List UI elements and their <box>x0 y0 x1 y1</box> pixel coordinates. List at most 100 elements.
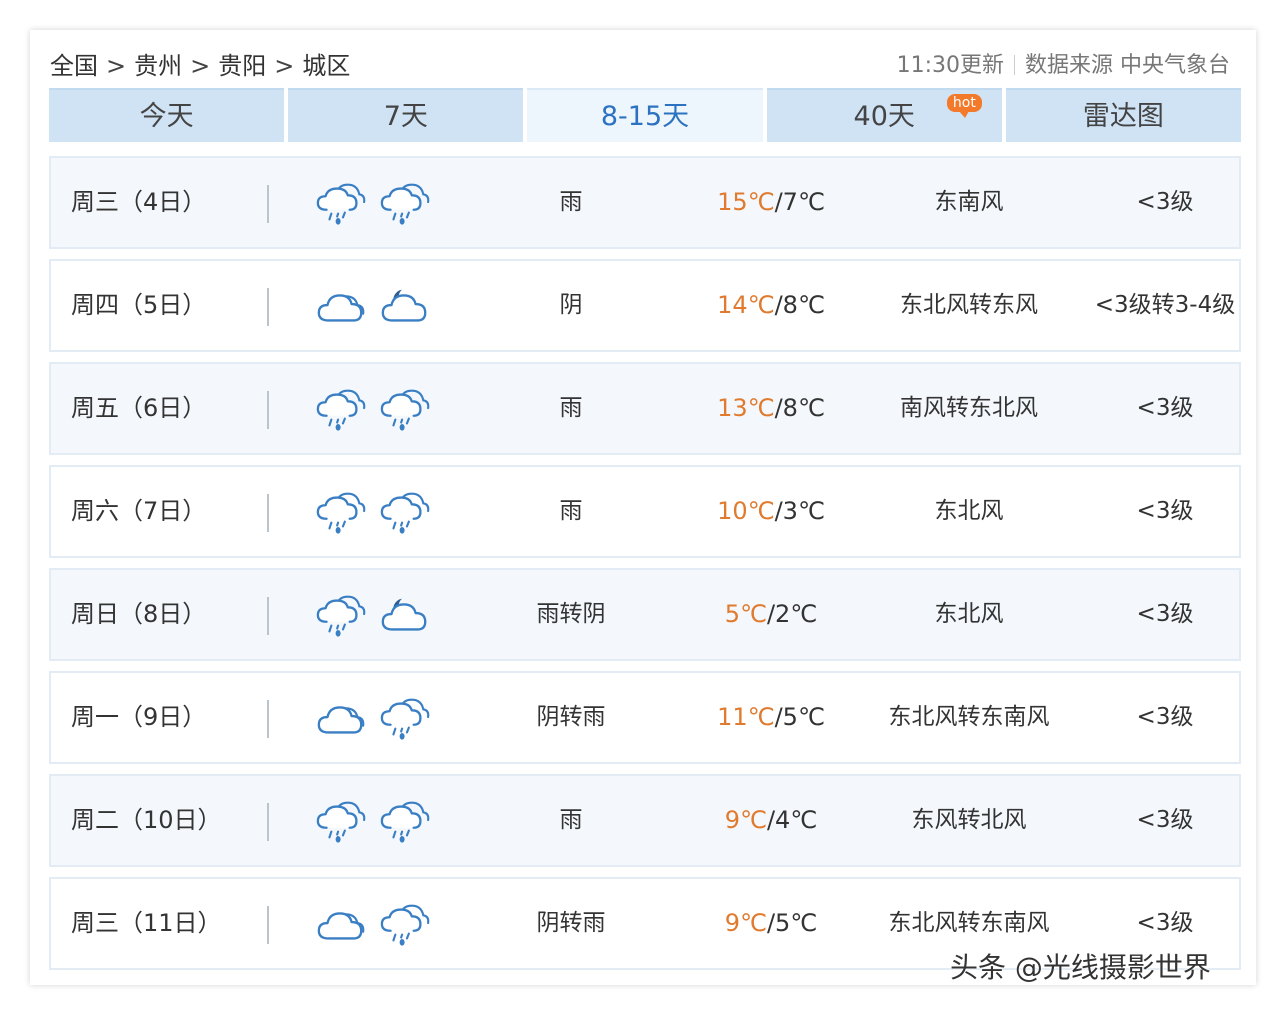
tab-radar[interactable]: 雷达图 <box>1005 88 1242 142</box>
low-temp: /7℃ <box>774 188 825 216</box>
low-temp: /3℃ <box>774 497 825 525</box>
divider <box>267 288 269 326</box>
rain-icon <box>316 492 366 534</box>
temperature: 5℃/2℃ <box>671 570 871 659</box>
update-time: 11:30更新 <box>896 53 1004 78</box>
watermark: 头条 @光线摄影世界 <box>950 951 1211 984</box>
day-label: 周三（11日） <box>71 909 222 937</box>
divider <box>267 494 269 532</box>
breadcrumb-separator: > <box>106 52 127 80</box>
breadcrumb-province[interactable]: 贵州 <box>134 52 182 80</box>
rain-icon <box>316 595 366 637</box>
wind-direction: 东北风 <box>934 601 1004 627</box>
hot-badge: hot <box>946 94 982 118</box>
cloudy-night-icon <box>381 598 427 631</box>
wind-direction: 东南风 <box>934 189 1004 215</box>
high-temp: 9℃ <box>724 909 767 937</box>
weather-description: 阴转雨 <box>536 910 606 936</box>
forecast-row: 周日（8日） 雨转阴 5℃/2℃ 东北风 <3级 <box>49 568 1241 661</box>
breadcrumb: 全国 > 贵州 > 贵阳 > 城区 <box>50 48 350 84</box>
wind-level: <3级 <box>1136 395 1194 421</box>
cloudy-icon <box>317 912 365 940</box>
rain-icon <box>380 389 430 431</box>
high-temp: 13℃ <box>717 394 775 422</box>
forecast-tabs: 今天 7天 8-15天 40天 hot 雷达图 <box>49 88 1242 142</box>
weather-description: 雨 <box>559 807 583 833</box>
weather-description: 阴转雨 <box>536 704 606 730</box>
cloudy-night-icon <box>381 289 427 322</box>
tab-40-days[interactable]: 40天 hot <box>766 88 1002 142</box>
low-temp: /8℃ <box>774 394 825 422</box>
breadcrumb-country[interactable]: 全国 <box>50 52 98 80</box>
day-label: 周四（5日） <box>71 291 207 319</box>
cloudy-icon <box>317 294 365 322</box>
rain-icon <box>380 492 430 534</box>
forecast-row: 周三（4日） 雨 15℃/7℃ 东南风 <3级 <box>49 156 1241 249</box>
wind-level: <3级 <box>1136 498 1194 524</box>
temperature: 9℃/5℃ <box>671 879 871 968</box>
day-label: 周五（6日） <box>71 394 207 422</box>
forecast-row: 周六（7日） 雨 10℃/3℃ 东北风 <3级 <box>49 465 1241 558</box>
update-info: 11:30更新 数据来源 中央气象台 <box>897 48 1230 84</box>
cloudy-icon <box>317 706 365 734</box>
breadcrumb-district: 城区 <box>302 52 351 80</box>
rain-icon <box>316 183 366 225</box>
divider <box>267 700 269 738</box>
divider <box>1014 55 1015 75</box>
low-temp: /2℃ <box>766 600 818 628</box>
divider <box>267 391 269 429</box>
weather-description: 雨 <box>559 395 583 421</box>
day-label: 周日（8日） <box>71 600 207 628</box>
temperature: 11℃/5℃ <box>671 673 871 762</box>
weather-description: 阴 <box>559 292 583 318</box>
breadcrumb-separator: > <box>190 52 211 80</box>
tab-label: 8-15天 <box>600 101 690 132</box>
forecast-row: 周二（10日） 雨 9℃/4℃ 东风转北风 <3级 <box>49 774 1241 867</box>
forecast-list: 周三（4日）雨 15℃/7℃ 东南风 <3级 周四（5日）阴 14℃/8℃ 东北风转东风 <3… <box>49 156 1241 980</box>
high-temp: 15℃ <box>717 188 775 216</box>
forecast-row: 周一（9日） 阴转雨 11℃/5℃ 东北风转东南风 <3级 <box>49 671 1241 764</box>
wind-level: <3级 <box>1136 807 1194 833</box>
day-label: 周二（10日） <box>71 806 222 834</box>
wind-direction: 东风转北风 <box>911 807 1027 833</box>
low-temp: /5℃ <box>766 909 818 937</box>
temperature: 14℃/8℃ <box>671 261 871 350</box>
temperature: 15℃/7℃ <box>671 158 871 247</box>
divider <box>267 185 269 223</box>
temperature: 13℃/8℃ <box>671 364 871 453</box>
temperature: 9℃/4℃ <box>671 776 871 865</box>
divider <box>267 906 269 944</box>
wind-level: <3级 <box>1136 704 1194 730</box>
tab-label: 雷达图 <box>1082 101 1164 132</box>
weather-description: 雨转阴 <box>536 601 606 627</box>
wind-direction: 东北风转东南风 <box>888 704 1050 730</box>
wind-direction: 东北风转东风 <box>900 292 1038 318</box>
temperature: 10℃/3℃ <box>671 467 871 556</box>
low-temp: /5℃ <box>774 703 825 731</box>
rain-icon <box>316 801 366 843</box>
forecast-row: 周五（6日） 雨 13℃/8℃ 南风转东北风 <3级 <box>49 362 1241 455</box>
tab-today[interactable]: 今天 <box>49 88 285 142</box>
weather-description: 雨 <box>559 189 583 215</box>
high-temp: 5℃ <box>724 600 767 628</box>
high-temp: 14℃ <box>717 291 775 319</box>
tab-7-days[interactable]: 7天 <box>288 88 524 142</box>
divider <box>267 803 269 841</box>
breadcrumb-city[interactable]: 贵阳 <box>218 52 266 80</box>
wind-direction: 南风转东北风 <box>900 395 1038 421</box>
rain-icon <box>380 698 430 740</box>
day-label: 周三（4日） <box>71 188 207 216</box>
high-temp: 9℃ <box>724 806 767 834</box>
tab-8-15-days[interactable]: 8-15天 <box>527 88 763 142</box>
low-temp: /8℃ <box>774 291 825 319</box>
low-temp: /4℃ <box>766 806 818 834</box>
day-label: 周一（9日） <box>71 703 207 731</box>
weather-description: 雨 <box>559 498 583 524</box>
rain-icon <box>380 904 430 946</box>
wind-direction: 东北风 <box>934 498 1004 524</box>
wind-level: <3级 <box>1136 189 1194 215</box>
rain-icon <box>380 801 430 843</box>
forecast-row: 周四（5日） 阴 14℃/8℃ 东北风转东风 <3级转3-4级 <box>49 259 1241 352</box>
rain-icon <box>380 183 430 225</box>
data-source: 数据来源 中央气象台 <box>1025 53 1230 78</box>
